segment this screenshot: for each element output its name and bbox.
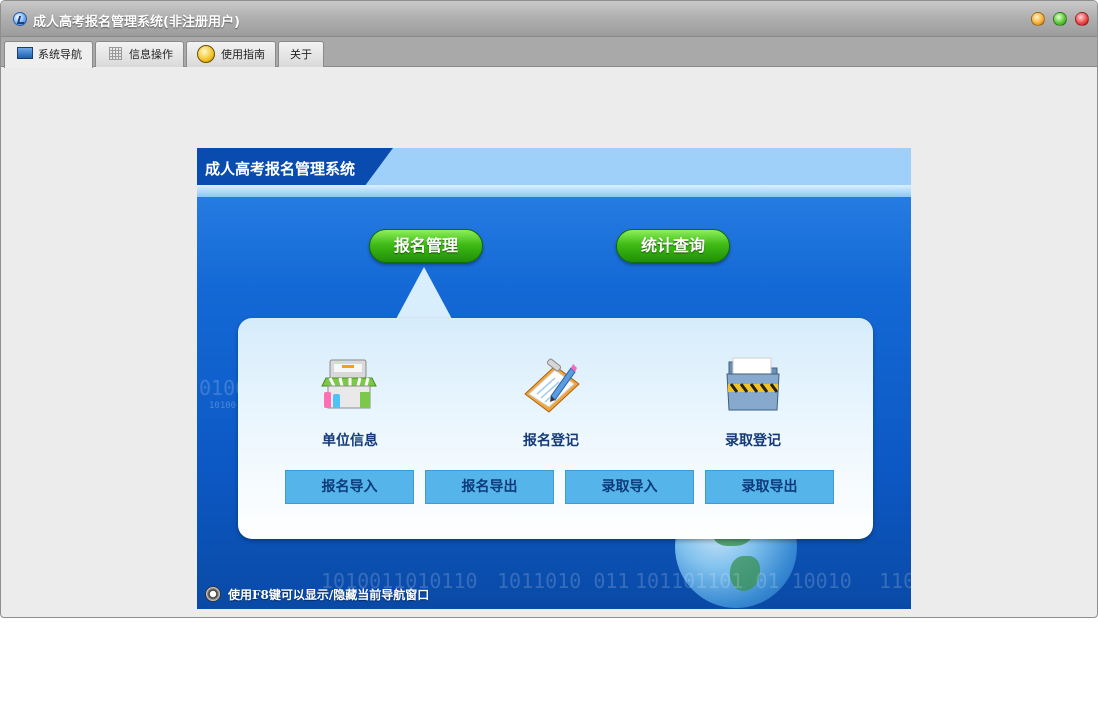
guide-icon [197, 45, 215, 63]
shop-icon [321, 359, 377, 409]
clipboard-pen-icon [524, 358, 580, 413]
tab-user-guide[interactable]: 使用指南 [186, 41, 276, 67]
registration-entry-item[interactable]: 报名登记 [491, 348, 611, 449]
decor-binary-text: 1011010 011 [497, 569, 630, 593]
registration-import-button[interactable]: 报名导入 [285, 470, 414, 504]
decor-binary-text: 101101101 01 10010 [635, 569, 852, 593]
minimize-button[interactable] [1031, 12, 1045, 26]
registration-export-button[interactable]: 报名导出 [425, 470, 554, 504]
folder-icon [726, 357, 780, 411]
unit-info-item[interactable]: 单位信息 [290, 348, 410, 449]
banner-header: 成人高考报名管理系统 [197, 148, 911, 197]
admission-export-button[interactable]: 录取导出 [705, 470, 834, 504]
tab-label: 使用指南 [221, 48, 265, 61]
admission-entry-item[interactable]: 录取登记 [693, 348, 813, 449]
tab-information-operation[interactable]: 信息操作 [95, 41, 184, 67]
tab-about[interactable]: 关于 [278, 41, 324, 67]
panel-pointer [396, 267, 452, 319]
close-button[interactable] [1075, 12, 1089, 26]
decor-binary-text: 10100 [209, 401, 237, 411]
app-window: 成人高考报名管理系统(非注册用户) 系统导航 信息操作 使用指南 关于 成人高考… [0, 0, 1098, 618]
tab-label: 关于 [290, 48, 312, 61]
banner-header-strip [197, 185, 911, 197]
maximize-button[interactable] [1053, 12, 1067, 26]
tab-bar: 系统导航 信息操作 使用指南 关于 [1, 37, 1097, 68]
app-logo-icon [13, 12, 27, 26]
camera-icon [205, 586, 221, 602]
tab-label: 系统导航 [38, 48, 82, 61]
window-title: 成人高考报名管理系统(非注册用户) [33, 15, 240, 30]
grid-icon [109, 47, 122, 60]
footer-hint: 使用F8键可以显示/隐藏当前导航窗口 [228, 588, 430, 602]
title-bar[interactable]: 成人高考报名管理系统(非注册用户) [1, 1, 1097, 37]
banner-title: 成人高考报名管理系统 [205, 160, 356, 178]
unit-info-label: 单位信息 [322, 433, 378, 449]
registration-panel: 单位信息 报名登记 录取登记 报名导入 报名导出 录取导入 录取导出 [238, 318, 873, 539]
registration-management-button[interactable]: 报名管理 [369, 229, 483, 263]
statistics-query-button[interactable]: 统计查询 [616, 229, 730, 263]
tab-label: 信息操作 [129, 48, 173, 61]
tab-system-navigation[interactable]: 系统导航 [4, 41, 93, 68]
registration-entry-label: 报名登记 [523, 433, 579, 449]
decor-binary-text: 110 [879, 569, 911, 593]
admission-entry-label: 录取登记 [725, 433, 781, 449]
navigation-banner: 成人高考报名管理系统 0100 10100 1010011010110 1011… [197, 148, 911, 609]
admission-import-button[interactable]: 录取导入 [565, 470, 694, 504]
monitor-icon [17, 47, 33, 59]
